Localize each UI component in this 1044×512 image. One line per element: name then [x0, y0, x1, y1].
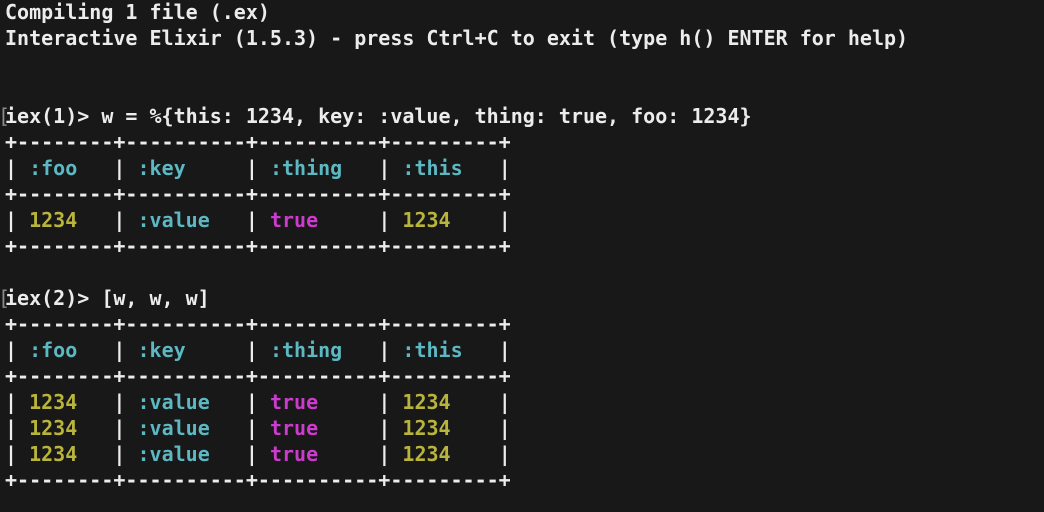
text-segment: +--------+----------+----------+--------…	[5, 234, 511, 258]
output-line: +--------+----------+----------+--------…	[5, 311, 908, 337]
text-segment: |	[5, 338, 30, 362]
text-segment: +--------+----------+----------+--------…	[5, 130, 511, 154]
output-line: | 1234 | :value | true | 1234 |	[5, 441, 908, 467]
text-segment: |	[462, 156, 511, 180]
text-segment: :value	[137, 442, 210, 466]
text-segment: |	[5, 416, 30, 440]
text-segment: true	[269, 416, 319, 440]
text-segment: true	[269, 208, 319, 232]
text-segment: |	[185, 156, 270, 180]
text-segment: 1234	[29, 416, 78, 440]
text-segment: +--------+----------+----------+--------…	[5, 312, 511, 336]
text-segment: :key	[137, 338, 186, 362]
output-line: +--------+----------+----------+--------…	[5, 467, 908, 493]
text-segment: :foo	[29, 338, 78, 362]
text-segment: |	[77, 442, 138, 466]
terminal-output[interactable]: Compiling 1 file (.ex) Interactive Elixir…	[0, 0, 908, 493]
text-segment: |	[318, 442, 403, 466]
text-segment: Compiling 1 file (.ex)	[5, 0, 270, 24]
text-segment: |	[450, 390, 511, 414]
text-segment: |	[318, 208, 403, 232]
text-segment: true	[269, 390, 319, 414]
text-segment: :key	[137, 156, 186, 180]
output-line: +--------+----------+----------+--------…	[5, 233, 908, 259]
text-segment: |	[318, 390, 403, 414]
text-segment: |	[5, 208, 30, 232]
output-line: | :foo | :key | :thing | :this |	[5, 337, 908, 363]
text-segment: |	[462, 338, 511, 362]
text-segment: :value	[137, 208, 210, 232]
text-segment: 1234	[402, 208, 451, 232]
output-line: Compiling 1 file (.ex)	[5, 0, 908, 25]
text-segment: :value	[137, 416, 210, 440]
text-segment: 1234	[29, 208, 78, 232]
text-segment: |	[342, 338, 403, 362]
output-line: +--------+----------+----------+--------…	[5, 181, 908, 207]
text-segment: 1234	[402, 390, 451, 414]
output-line: Interactive Elixir (1.5.3) - press Ctrl+…	[5, 25, 908, 51]
text-segment: |	[5, 156, 30, 180]
text-segment: :this	[402, 338, 463, 362]
output-line: +--------+----------+----------+--------…	[5, 129, 908, 155]
text-segment: :this	[402, 156, 463, 180]
text-segment: |	[209, 416, 270, 440]
text-segment: |	[450, 416, 511, 440]
output-line: +--------+----------+----------+--------…	[5, 363, 908, 389]
text-segment: 1234	[402, 442, 451, 466]
text-segment: |	[77, 208, 138, 232]
text-segment: iex(2)> [w, w, w]	[5, 286, 210, 310]
text-segment: |	[77, 416, 138, 440]
output-line: | 1234 | :value | true | 1234 |	[5, 389, 908, 415]
line-marker: [	[0, 103, 10, 129]
text-segment: |	[209, 208, 270, 232]
text-segment: :value	[137, 390, 210, 414]
text-segment: |	[77, 390, 138, 414]
text-segment: |	[450, 442, 511, 466]
text-segment: |	[318, 416, 403, 440]
text-segment: :foo	[29, 156, 78, 180]
text-segment: 1234	[402, 416, 451, 440]
text-segment: +--------+----------+----------+--------…	[5, 468, 511, 492]
prompt-line: [iex(1)> w = %{this: 1234, key: :value, …	[0, 103, 908, 129]
output-line: | 1234 | :value | true | 1234 |	[5, 415, 908, 441]
output-line: | 1234 | :value | true | 1234 |	[5, 207, 908, 233]
line-marker: [	[0, 285, 10, 311]
text-segment: |	[77, 156, 138, 180]
text-segment: :thing	[269, 338, 343, 362]
output-line: | :foo | :key | :thing | :this |	[5, 155, 908, 181]
text-segment: :thing	[269, 156, 343, 180]
prompt-line: [iex(2)> [w, w, w]	[0, 285, 908, 311]
text-segment: |	[77, 338, 138, 362]
text-segment: +--------+----------+----------+--------…	[5, 364, 511, 388]
text-segment: |	[5, 390, 30, 414]
text-segment: |	[450, 208, 511, 232]
text-segment: |	[5, 442, 30, 466]
text-segment: 1234	[29, 442, 78, 466]
text-segment: |	[342, 156, 403, 180]
text-segment: |	[209, 390, 270, 414]
text-segment: Interactive Elixir (1.5.3) - press Ctrl+…	[5, 26, 909, 50]
text-segment: +--------+----------+----------+--------…	[5, 182, 511, 206]
text-segment: 1234	[29, 390, 78, 414]
text-segment: iex(1)> w = %{this: 1234, key: :value, t…	[5, 104, 752, 128]
text-segment: |	[185, 338, 270, 362]
text-segment: |	[209, 442, 270, 466]
text-segment: true	[269, 442, 319, 466]
